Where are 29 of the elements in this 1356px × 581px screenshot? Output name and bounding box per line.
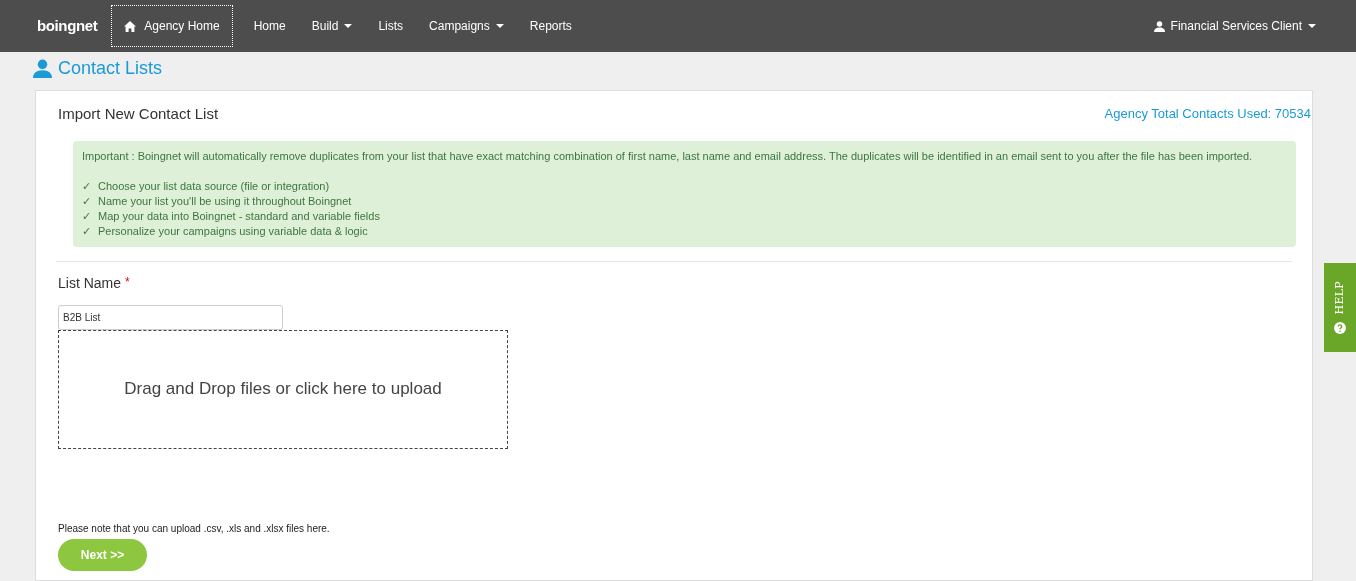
nav-link[interactable]: Agency Home: [111, 5, 233, 47]
card-title: Import New Contact List: [58, 104, 219, 124]
check-mark: ✓: [82, 178, 91, 194]
person-icon: [33, 58, 52, 78]
nav-link[interactable]: Campaigns: [416, 5, 517, 47]
check-mark: ✓: [82, 223, 91, 239]
notice-text: Important : Boingnet will automatically remove duplicates from your list that have exact matching combination of first name, last name and email address. The duplicates will be identified in an email sent to you after the file has been imported.: [82, 148, 1254, 164]
nav-link[interactable]: Build: [298, 5, 366, 47]
list-name-field[interactable]: B2B List: [58, 304, 283, 330]
nav-link[interactable]: Reports: [516, 5, 585, 47]
check-mark: ✓: [82, 193, 91, 209]
nav-link[interactable]: Home: [240, 5, 299, 47]
page-title: Contact Lists: [58, 56, 163, 80]
step-text: Choose your list data source (file or integration): [98, 178, 330, 194]
help-icon: [1334, 322, 1346, 335]
step-text: Personalize your campaigns using variable data & logic: [98, 223, 368, 239]
contacts-used: Agency Total Contacts Used: 70534: [1104, 104, 1311, 123]
user-menu[interactable]: Financial Services Client: [1153, 17, 1316, 35]
upload-dropzone[interactable]: Drag and Drop files or click here to upload: [58, 329, 508, 449]
required-mark: *: [125, 273, 130, 291]
check-mark: ✓: [82, 208, 91, 224]
step-text: Map your data into Boingnet - standard and variable fields: [98, 208, 380, 224]
step-text: Name your list you'll be using it throughout Boingnet: [98, 193, 352, 209]
home-icon: [124, 20, 137, 32]
nav-link[interactable]: Lists: [365, 5, 417, 47]
person-icon: [1153, 20, 1165, 32]
logo[interactable]: boingnet: [37, 14, 98, 38]
upload-note: Please note that you can upload .csv, .xls and .xlsx files here.: [58, 521, 331, 536]
field-label: List Name: [58, 273, 122, 293]
